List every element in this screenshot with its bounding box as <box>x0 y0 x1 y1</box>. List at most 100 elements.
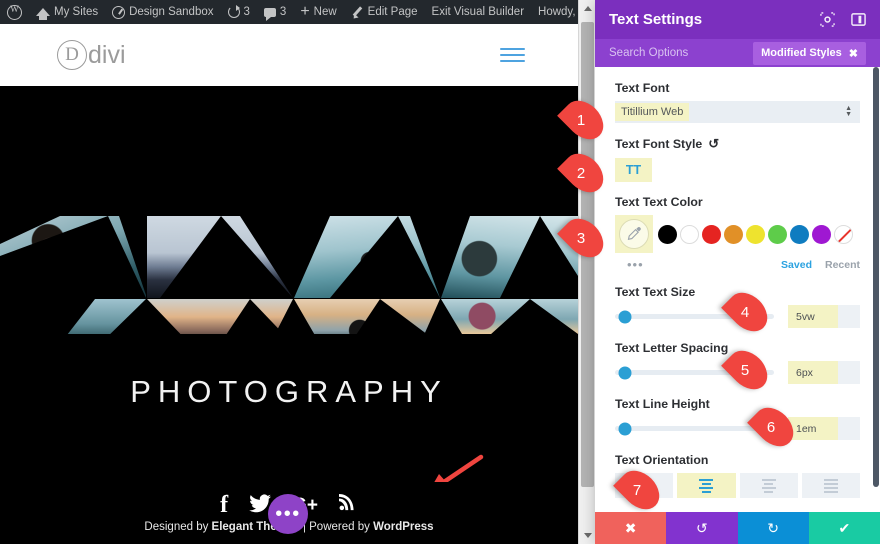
text-transform-uppercase-button[interactable]: TT <box>615 158 652 182</box>
line-height-slider-row: 1em <box>615 417 860 440</box>
swatch-orange[interactable] <box>724 224 743 244</box>
chevron-updown-icon: ▲ ▼ <box>845 105 852 118</box>
admin-bar-exit-visual-builder[interactable]: Exit Visual Builder <box>425 0 531 24</box>
admin-bar-comments-count: 3 <box>279 6 287 18</box>
marker-number: 1 <box>576 111 586 129</box>
footer-credit-prefix: Designed by <box>144 521 212 533</box>
saved-colors-tab[interactable]: Saved <box>781 259 812 271</box>
undo-button[interactable]: ↺ <box>666 512 738 544</box>
color-swatch-footer: ••• Saved Recent <box>615 257 860 272</box>
swatch-red[interactable] <box>702 224 721 244</box>
admin-bar-edit-page[interactable]: Edit Page <box>344 0 425 24</box>
field-text-font-style-label: Text Font Style ↺ <box>615 136 860 152</box>
field-text-color: Text Text Color ••• Saved Recent <box>615 195 860 272</box>
wordpress-admin-bar: My Sites Design Sandbox 3 3 + New Edit P… <box>0 0 578 24</box>
slider-knob[interactable] <box>618 366 632 379</box>
text-size-value: 5vw <box>788 305 838 328</box>
field-text-orientation-label: Text Orientation <box>615 453 709 467</box>
redo-button[interactable]: ↻ <box>737 512 809 544</box>
facebook-icon[interactable]: f <box>220 493 228 517</box>
annotation-marker-6: 6 <box>747 400 801 454</box>
marker-number: 4 <box>740 303 750 321</box>
marker-number: 3 <box>576 229 586 247</box>
align-center-icon[interactable] <box>677 473 736 498</box>
swatch-transparent[interactable] <box>834 224 853 244</box>
swatch-blue[interactable] <box>790 224 809 244</box>
modified-styles-badge[interactable]: Modified Styles ✖ <box>753 41 866 65</box>
panel-scrollbar[interactable] <box>872 67 880 512</box>
plus-icon: + <box>300 3 310 20</box>
panel-subbar: Search Options Modified Styles ✖ <box>595 39 880 67</box>
panel-header: Text Settings <box>595 0 880 39</box>
color-picker-button[interactable] <box>615 215 653 253</box>
admin-bar-design-sandbox-label: Design Sandbox <box>129 6 214 18</box>
recent-colors-tab[interactable]: Recent <box>825 259 860 271</box>
divi-logo-icon: D <box>57 40 87 70</box>
slider-knob[interactable] <box>618 422 632 435</box>
focus-target-icon[interactable] <box>820 12 835 27</box>
scroll-down-arrow[interactable] <box>579 527 596 544</box>
panel-layout-icon[interactable] <box>851 12 866 27</box>
color-swatch-row <box>615 215 860 253</box>
field-line-height: Text Line Height 1em <box>615 397 860 440</box>
footer-credit-middle: | Powered by <box>299 521 374 533</box>
panel-action-bar: ✖ ↺ ↻ ✔ <box>595 512 880 544</box>
annotation-marker-4: 4 <box>721 285 775 339</box>
marker-number: 5 <box>740 361 750 379</box>
footer-platform-link[interactable]: WordPress <box>373 521 434 533</box>
text-font-value: Titillium Web <box>615 103 690 121</box>
admin-bar-comments[interactable]: 3 <box>257 0 293 24</box>
swatch-white[interactable] <box>680 224 699 244</box>
align-justify-icon[interactable] <box>801 473 860 498</box>
field-text-font: Text Font Titillium Web ▲ ▼ <box>615 81 860 123</box>
admin-bar-wordpress-logo[interactable] <box>0 0 29 24</box>
swatch-yellow[interactable] <box>746 224 765 244</box>
close-icon[interactable]: ✖ <box>849 47 858 60</box>
text-font-select[interactable]: Titillium Web ▲ ▼ <box>615 101 860 123</box>
admin-bar-my-sites[interactable]: My Sites <box>29 0 105 24</box>
swatch-black[interactable] <box>658 224 677 244</box>
dashboard-icon <box>112 5 126 19</box>
swatch-purple[interactable] <box>812 224 831 244</box>
rss-icon[interactable] <box>338 493 358 517</box>
letter-spacing-value-box[interactable]: 6px <box>788 361 860 384</box>
admin-bar-updates[interactable]: 3 <box>221 0 257 24</box>
gallery-facet-overlay <box>0 216 578 344</box>
page-settings-fab[interactable]: ••• <box>268 494 308 534</box>
browser-scrollbar[interactable] <box>578 0 596 544</box>
admin-bar-howdy[interactable]: Howdy, etdev ✻ <box>531 0 578 24</box>
save-button[interactable]: ✔ <box>808 512 880 544</box>
line-height-value-box[interactable]: 1em <box>788 417 860 440</box>
home-icon <box>36 8 50 20</box>
admin-bar-new-label: New <box>313 6 337 18</box>
reset-icon[interactable]: ↺ <box>708 136 719 152</box>
scroll-up-arrow[interactable] <box>579 0 596 17</box>
hamburger-menu-icon[interactable] <box>500 44 525 66</box>
admin-bar-updates-count: 3 <box>243 6 250 18</box>
site-logo[interactable]: D divi <box>57 40 126 70</box>
panel-title: Text Settings <box>609 11 703 28</box>
more-colors-icon[interactable]: ••• <box>627 257 644 272</box>
swatch-green[interactable] <box>768 224 787 244</box>
marker-number: 2 <box>576 164 586 182</box>
site-logo-text: divi <box>88 40 126 69</box>
admin-bar-edit-page-label: Edit Page <box>367 6 418 18</box>
modified-styles-label: Modified Styles <box>761 47 842 59</box>
hero-section: PHOTOGRAPHY f G+ Designed by Elegant The… <box>0 86 578 544</box>
panel-scrollbar-thumb[interactable] <box>873 67 879 487</box>
search-options-input[interactable]: Search Options <box>609 47 688 59</box>
annotation-marker-7: 7 <box>613 463 667 517</box>
text-size-value-box[interactable]: 5vw <box>788 305 860 328</box>
annotation-marker-5: 5 <box>721 343 775 397</box>
comments-icon <box>263 7 276 21</box>
marker-number: 7 <box>632 481 642 499</box>
website-preview-pane: My Sites Design Sandbox 3 3 + New Edit P… <box>0 0 578 544</box>
align-right-icon[interactable] <box>739 473 798 498</box>
admin-bar-design-sandbox[interactable]: Design Sandbox <box>105 0 220 24</box>
eyedropper-icon <box>619 219 649 249</box>
cancel-button[interactable]: ✖ <box>595 512 667 544</box>
admin-bar-new[interactable]: + New <box>293 0 343 24</box>
admin-bar-exit-label: Exit Visual Builder <box>431 6 525 18</box>
slider-knob[interactable] <box>618 310 632 323</box>
text-font-style-label-text: Text Font Style <box>615 137 703 151</box>
